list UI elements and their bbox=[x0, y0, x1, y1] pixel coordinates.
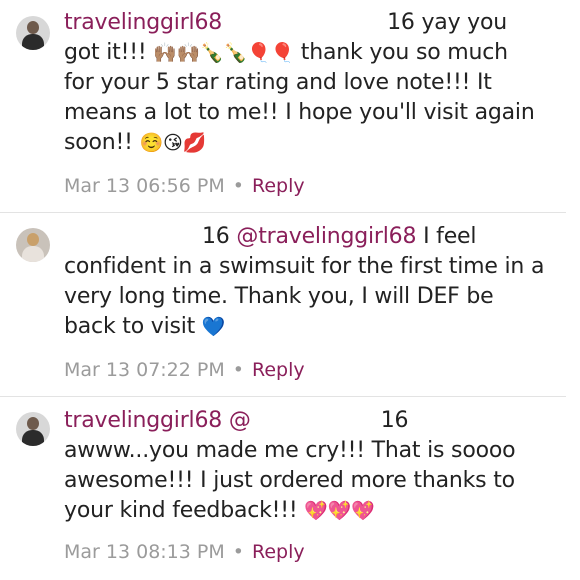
redacted-mention bbox=[250, 410, 381, 430]
timestamp: Mar 13 08:13 PM bbox=[64, 541, 225, 563]
avatar[interactable] bbox=[16, 16, 50, 50]
emoji-group: ☺️😘💋 bbox=[139, 132, 207, 154]
redacted-mention bbox=[222, 12, 388, 32]
mention-link[interactable]: @ bbox=[229, 408, 251, 433]
comment-line: means a lot to me!! I hope you'll visit … bbox=[64, 100, 535, 125]
emoji-group: 💙 bbox=[201, 316, 226, 338]
timestamp: Mar 13 06:56 PM bbox=[64, 175, 225, 197]
reply-button[interactable]: Reply bbox=[252, 541, 305, 563]
username-link[interactable]: travelinggirl68 bbox=[64, 408, 222, 433]
reply-button[interactable]: Reply bbox=[252, 175, 305, 197]
comment-text: travelinggirl68 16 yay you got it!!! 🙌🏽🙌🏽… bbox=[64, 8, 569, 158]
comment-line: very long time. Thank you, I will DEF be bbox=[64, 284, 494, 309]
divider bbox=[0, 396, 566, 397]
comment-line: awww...you made me cry!!! That is soooo bbox=[64, 438, 516, 463]
comment-meta: Mar 13 07:22 PM • Reply bbox=[64, 358, 305, 382]
emoji-group: 💖💖💖 bbox=[304, 500, 375, 522]
comment-line: confident in a swimsuit for the first ti… bbox=[64, 254, 545, 279]
reply-button[interactable]: Reply bbox=[252, 359, 305, 381]
timestamp: Mar 13 07:22 PM bbox=[64, 359, 225, 381]
comment-text: 16 @travelinggirl68 I feel confident in … bbox=[64, 222, 569, 342]
separator-dot: • bbox=[232, 175, 244, 197]
comment-thread: travelinggirl68 16 yay you got it!!! 🙌🏽🙌🏽… bbox=[0, 0, 580, 580]
comment-line: awesome!!! I just ordered more thanks to bbox=[64, 468, 515, 493]
separator-dot: • bbox=[232, 359, 244, 381]
comment-line: your kind feedback!!! bbox=[64, 498, 298, 523]
comment-text-fragment: 16 bbox=[202, 224, 230, 249]
comment-text: travelinggirl68 @16 awww...you made me c… bbox=[64, 406, 569, 526]
separator-dot: • bbox=[232, 541, 244, 563]
avatar[interactable] bbox=[16, 412, 50, 446]
mention-link[interactable]: @travelinggirl68 bbox=[236, 224, 416, 249]
comment-meta: Mar 13 08:13 PM • Reply bbox=[64, 540, 305, 564]
avatar[interactable] bbox=[16, 228, 50, 262]
comment-text-fragment: 16 bbox=[380, 408, 409, 433]
comment-text-fragment: 16 yay you bbox=[387, 10, 508, 35]
comment-line: for your 5 star rating and love note!!! … bbox=[64, 70, 492, 95]
comment-text-fragment: I feel bbox=[423, 224, 477, 249]
comment-line: back to visit bbox=[64, 314, 196, 339]
redacted-username bbox=[64, 226, 202, 246]
comment-line: got it!!! bbox=[64, 40, 147, 65]
comment-line: soon!! bbox=[64, 130, 133, 155]
comment-meta: Mar 13 06:56 PM • Reply bbox=[64, 174, 305, 198]
comment-line: thank you so much bbox=[300, 40, 508, 65]
divider bbox=[0, 212, 566, 213]
emoji-group: 🙌🏽🙌🏽🍾🍾🎈🎈 bbox=[153, 42, 294, 64]
username-link[interactable]: travelinggirl68 bbox=[64, 10, 222, 35]
